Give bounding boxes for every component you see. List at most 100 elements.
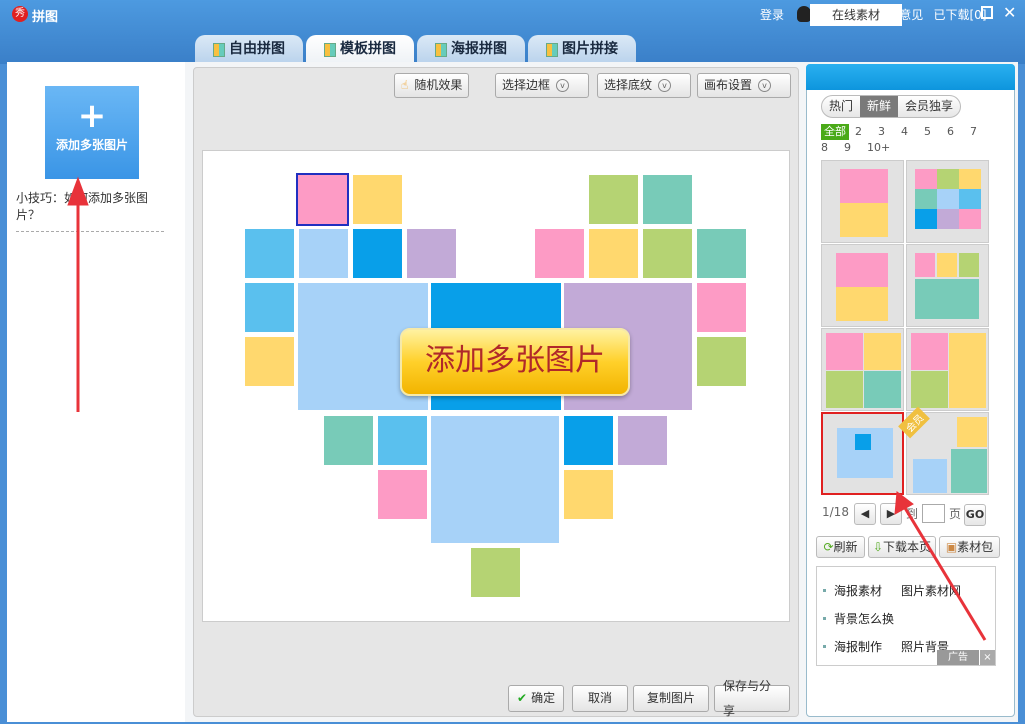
check-icon: ✔ <box>517 691 528 705</box>
template-thumbnail[interactable] <box>906 160 989 243</box>
photo-slot[interactable] <box>589 175 638 224</box>
count-option[interactable]: 3 <box>878 124 901 140</box>
photo-slot[interactable] <box>697 337 746 386</box>
goto-label: 到 <box>906 507 919 521</box>
count-option[interactable]: 9 <box>844 140 867 156</box>
photo-slot[interactable] <box>245 337 294 386</box>
photo-slot[interactable] <box>245 229 294 278</box>
random-effect-button[interactable]: ☝ 随机效果 <box>394 73 470 98</box>
filter-member[interactable]: 会员独享 <box>898 96 960 117</box>
prev-page-button[interactable]: ◀ <box>854 503 876 525</box>
add-images-button[interactable]: + 添加多张图片 <box>45 86 139 179</box>
photo-slot[interactable] <box>378 470 427 519</box>
save-share-button[interactable]: 保存与分享 <box>714 679 790 718</box>
canvas-settings-dropdown[interactable]: 画布设置 v <box>697 73 791 98</box>
thumbnail-cell <box>915 209 937 229</box>
label: 画布设置 <box>704 78 753 92</box>
photo-slot[interactable] <box>378 416 427 465</box>
template-thumbnail[interactable] <box>821 412 904 495</box>
copy-image-button[interactable]: 复制图片 <box>633 685 709 712</box>
next-page-button[interactable]: ▶ <box>880 503 902 525</box>
photo-slot[interactable] <box>296 173 349 226</box>
tab-online-materials[interactable]: 在线素材 <box>810 4 902 26</box>
window-title: 拼图 <box>32 10 59 25</box>
photo-slot[interactable] <box>471 548 520 597</box>
cancel-button[interactable]: 取消 <box>572 685 628 712</box>
photo-slot[interactable] <box>353 175 402 224</box>
tab-poster[interactable]: 海报拼图 <box>417 35 525 64</box>
thumbnail-cell <box>864 333 901 370</box>
ad-link[interactable]: 海报制作 <box>834 638 882 655</box>
poster-icon <box>435 42 447 57</box>
thumbnail-cell <box>913 459 947 493</box>
count-option[interactable]: 7 <box>970 124 980 140</box>
ad-close-button[interactable]: × <box>980 650 995 665</box>
photo-slot[interactable] <box>643 175 692 224</box>
photo-slot[interactable] <box>697 283 746 332</box>
photo-slot[interactable] <box>299 229 348 278</box>
ad-link[interactable]: 图片素材网 <box>901 582 961 599</box>
hand-pointer-icon: ☝ <box>401 78 409 92</box>
label: 确定 <box>531 691 556 705</box>
count-option[interactable]: 6 <box>947 124 970 140</box>
photo-slot[interactable] <box>431 416 559 543</box>
template-thumbnail[interactable] <box>821 328 904 411</box>
tab-label: 模板拼图 <box>340 41 396 57</box>
count-option[interactable]: 8 <box>821 140 844 156</box>
count-option[interactable]: 2 <box>855 124 878 140</box>
page-input[interactable] <box>922 504 945 523</box>
photo-slot[interactable] <box>353 229 402 278</box>
ad-link[interactable]: 背景怎么换 <box>834 610 894 627</box>
count-option[interactable]: 10+ <box>867 140 890 156</box>
photo-slot[interactable] <box>589 229 638 278</box>
select-border-dropdown[interactable]: 选择边框 v <box>495 73 589 98</box>
photo-slot[interactable] <box>643 229 692 278</box>
photo-slot[interactable] <box>535 229 584 278</box>
photo-slot[interactable] <box>564 416 613 465</box>
tab-downloaded[interactable]: 已下载[0] <box>910 4 1010 26</box>
photo-count-filter: 全部 2 3 4 5 6 7 8 9 10+ <box>821 124 996 156</box>
login-link[interactable]: 登录 <box>760 6 784 23</box>
count-all[interactable]: 全部 <box>821 124 849 140</box>
qq-icon[interactable] <box>797 6 811 22</box>
ad-link[interactable]: 海报素材 <box>834 582 882 599</box>
thumbnail-cell <box>840 203 888 237</box>
canvas-add-images-button[interactable]: 添加多张图片 <box>400 328 630 396</box>
tip-link[interactable]: 小技巧：如何添加多张图片？ <box>16 189 164 232</box>
refresh-button[interactable]: ⟳刷新 <box>816 536 865 558</box>
ad-label: 广告 <box>937 650 979 665</box>
template-thumbnail[interactable] <box>906 328 989 411</box>
material-pack-button[interactable]: ▣素材包 <box>939 536 1000 558</box>
template-thumbnail[interactable] <box>906 244 989 327</box>
page-indicator: 1/18 <box>822 505 849 519</box>
count-option[interactable]: 5 <box>924 124 947 140</box>
tab-stitch[interactable]: 图片拼接 <box>528 35 636 64</box>
photo-slot[interactable] <box>407 229 456 278</box>
thumbnail-cell <box>937 209 959 229</box>
photo-slot[interactable] <box>564 470 613 519</box>
count-option[interactable]: 4 <box>901 124 924 140</box>
thumbnail-cell <box>864 371 901 408</box>
filter-hot[interactable]: 热门 <box>822 96 860 117</box>
thumbnail-cell <box>826 371 863 408</box>
photo-slot[interactable] <box>245 283 294 332</box>
template-thumbnail[interactable] <box>821 244 904 327</box>
tab-template[interactable]: 模板拼图 <box>306 35 414 64</box>
template-thumbnail[interactable] <box>821 160 904 243</box>
label: 素材包 <box>957 540 994 554</box>
photo-slot[interactable] <box>618 416 667 465</box>
thumbnail-cell <box>959 209 981 229</box>
confirm-button[interactable]: ✔ 确定 <box>508 685 565 712</box>
app-logo-icon: 秀 <box>12 6 28 22</box>
photo-slot[interactable] <box>324 416 373 465</box>
bullet <box>823 617 826 620</box>
go-button[interactable]: GO <box>964 504 986 526</box>
select-texture-dropdown[interactable]: 选择底纹 v <box>597 73 691 98</box>
thumbnail-cell <box>840 169 888 203</box>
thumbnail-cell <box>915 189 937 209</box>
filter-new[interactable]: 新鲜 <box>860 96 899 117</box>
tab-free[interactable]: 自由拼图 <box>195 35 303 64</box>
download-page-button[interactable]: ⇩下载本页 <box>868 536 936 558</box>
photo-slot[interactable] <box>697 229 746 278</box>
thumbnail-cell <box>911 333 948 370</box>
